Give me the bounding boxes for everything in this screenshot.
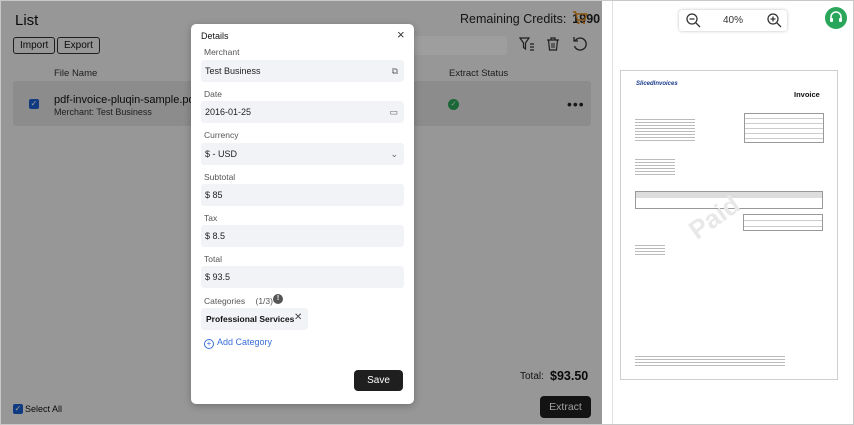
merchant-label: Merchant <box>204 47 240 57</box>
copy-icon[interactable]: ⧉ <box>392 60 398 82</box>
totals-table <box>743 214 823 231</box>
save-button[interactable]: Save <box>354 370 403 391</box>
zoom-control: 40% <box>679 10 787 31</box>
chevron-down-icon: ⌄ <box>390 149 398 159</box>
tax-field[interactable]: $ 8.5 <box>201 225 404 247</box>
zoom-in-icon[interactable] <box>766 12 782 28</box>
date-field[interactable]: 2016-01-25 ▭ <box>201 101 404 123</box>
categories-label: Categories (1/3) <box>204 296 273 306</box>
add-category-link[interactable]: + Add Category <box>204 337 272 349</box>
zoom-level: 40% <box>723 15 744 26</box>
merchant-value: Test Business <box>205 66 261 76</box>
invoice-document: SlicedInvoices Invoice Paid <box>620 70 838 380</box>
calendar-icon[interactable]: ▭ <box>389 101 398 123</box>
currency-value: $ - USD <box>205 149 238 159</box>
category-chip: Professional Services ✕ <box>201 308 308 330</box>
date-label: Date <box>204 89 222 99</box>
bank-details-block <box>635 243 665 255</box>
tax-label: Tax <box>204 213 218 223</box>
details-dialog: Details × Merchant Test Business ⧉ Date … <box>191 24 414 404</box>
zoom-out-icon[interactable] <box>685 12 701 28</box>
close-icon[interactable]: × <box>397 27 405 42</box>
invoice-meta-table <box>744 113 824 143</box>
document-logo: SlicedInvoices <box>636 81 678 87</box>
categories-count: (1/3) <box>255 296 273 306</box>
merchant-field[interactable]: Test Business ⧉ <box>201 60 404 82</box>
plus-circle-icon: + <box>204 339 214 349</box>
support-button[interactable] <box>825 7 847 29</box>
headset-icon <box>830 11 842 22</box>
panel-divider <box>612 1 613 424</box>
currency-label: Currency <box>204 130 239 140</box>
sender-address-block <box>635 117 695 141</box>
add-category-label: Add Category <box>217 337 273 347</box>
remove-category-icon[interactable]: ✕ <box>294 312 302 323</box>
recipient-address-block <box>635 157 675 177</box>
categories-title: Categories <box>204 296 246 306</box>
category-chip-label: Professional Services <box>206 314 295 324</box>
total-field[interactable]: $ 93.5 <box>201 266 404 288</box>
document-title: Invoice <box>794 90 820 99</box>
subtotal-field[interactable]: $ 85 <box>201 184 404 206</box>
date-value: 2016-01-25 <box>205 107 252 117</box>
currency-select[interactable]: $ - USD ⌄ <box>201 143 404 165</box>
dialog-title: Details <box>201 31 229 41</box>
footer-notes-block <box>635 354 785 366</box>
subtotal-label: Subtotal <box>204 172 236 182</box>
total-field-label: Total <box>204 254 222 264</box>
app-window: List Remaining Credits: 1990 Import Expor… <box>0 0 854 425</box>
info-icon[interactable]: ! <box>273 294 283 304</box>
